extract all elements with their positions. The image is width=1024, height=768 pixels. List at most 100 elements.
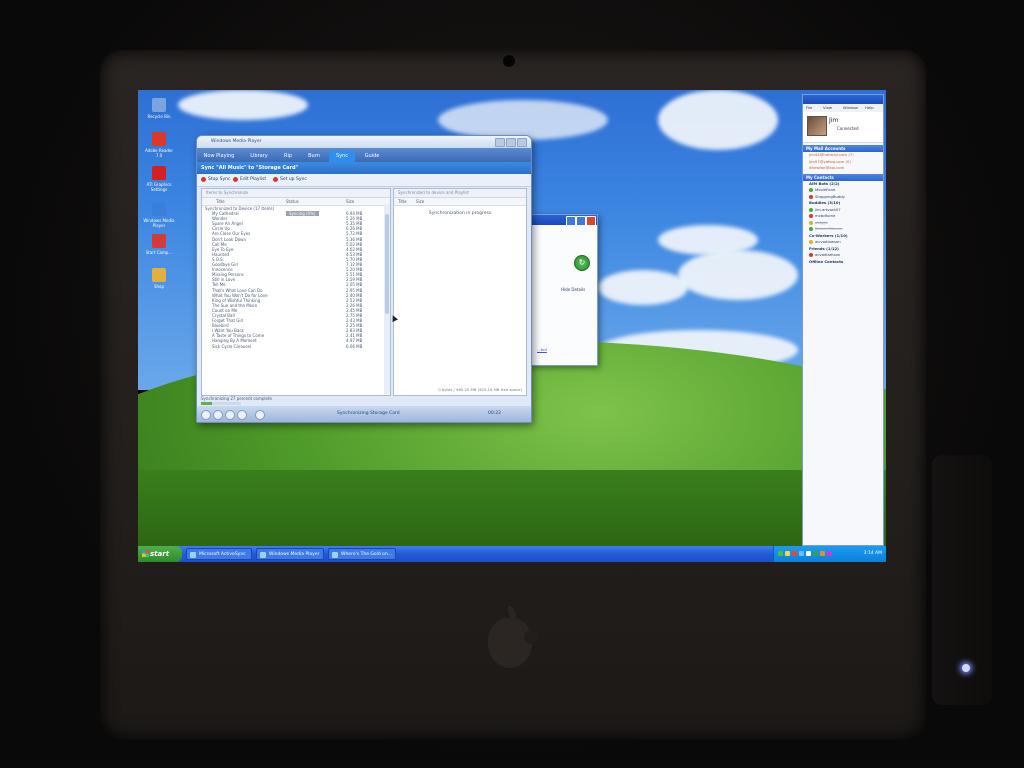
menu-window[interactable]: Window xyxy=(843,104,858,112)
wmp-title: Windows Media Player xyxy=(211,139,262,144)
mail-accounts-header[interactable]: My Mail Accounts xyxy=(803,145,883,152)
tab-burn[interactable]: Burn xyxy=(303,151,325,162)
desktop-icon-label: Shop xyxy=(153,284,165,289)
column-header-size[interactable]: Size xyxy=(346,198,354,205)
shop-icon xyxy=(152,268,166,282)
column-header-title[interactable]: Title xyxy=(216,198,225,205)
messenger-window[interactable]: File View Window Help Jim Connected My M… xyxy=(802,94,884,546)
sync-progress-bar xyxy=(201,402,241,405)
contact-label: jim.artvant07 xyxy=(815,206,841,212)
wmp-action-bar: Stop Sync Edit Playlist Set up Sync xyxy=(197,174,531,187)
next-icon[interactable] xyxy=(237,410,247,420)
cloud xyxy=(438,100,608,140)
desktop-icon-ati-settings[interactable]: ATI Graphics Settings xyxy=(142,166,176,192)
contact-label: Offline Contacts xyxy=(809,258,844,264)
wmp-titlebar[interactable]: Windows Media Player xyxy=(197,136,531,148)
start-button[interactable]: start xyxy=(138,546,182,562)
maximize-button[interactable] xyxy=(576,216,586,226)
contact-list: AIM Bots (2/2) MovieFone ShoppingBuddy Budd… xyxy=(803,181,883,266)
tray-icon[interactable] xyxy=(820,551,825,556)
maximize-button[interactable] xyxy=(506,138,516,147)
desktop-icon-start-camp[interactable]: Start Camp... xyxy=(142,234,176,255)
minimize-button[interactable] xyxy=(566,216,576,226)
column-header-row: Title Size xyxy=(394,198,526,206)
contact-label: ShoppingBuddy xyxy=(815,193,845,199)
close-button[interactable] xyxy=(517,138,527,147)
desktop-icon-recycle-bin[interactable]: Recycle Bin xyxy=(142,98,176,119)
isight-camera xyxy=(503,55,515,67)
contacts-header[interactable]: My Contacts xyxy=(803,173,883,181)
desktop-icon-label: Adobe Reader 7.0 xyxy=(144,148,174,158)
stop-sync-button[interactable]: Stop Sync xyxy=(201,174,231,186)
wmp-tab-bar: Now Playing Library Rip Burn Sync Guide xyxy=(197,148,531,162)
items-to-sync-pane: Items to Synchronize Title Status Size S… xyxy=(201,188,391,396)
column-header-status[interactable]: Status xyxy=(286,198,299,205)
play-icon[interactable] xyxy=(201,410,211,420)
sync-icon[interactable]: ↻ xyxy=(574,255,590,271)
tab-rip[interactable]: Rip xyxy=(277,151,299,162)
presence-icon xyxy=(809,214,813,218)
set-up-sync-button[interactable]: Set up Sync xyxy=(273,174,307,186)
previous-icon[interactable] xyxy=(225,410,235,420)
presence-icon xyxy=(809,220,813,225)
table-row[interactable]: Sick Cycle Carousel 6.06 MB xyxy=(202,344,390,349)
minimize-button[interactable] xyxy=(495,138,505,147)
device-pane: Synchronized to device and Playlist Titl… xyxy=(393,188,527,396)
media-player-icon xyxy=(152,202,166,216)
tab-library[interactable]: Library xyxy=(245,151,273,162)
sync-heading: Sync "All Music" to "Storage Card" xyxy=(197,162,531,174)
tray-icon[interactable] xyxy=(813,551,818,556)
desktop-icon-adobe-reader[interactable]: Adobe Reader 7.0 xyxy=(142,132,176,158)
close-button[interactable] xyxy=(586,216,596,226)
avatar[interactable] xyxy=(807,116,827,136)
messenger-menu-bar: File View Window Help xyxy=(803,104,883,112)
contact-label: aicvadlawson xyxy=(815,239,841,244)
stop-icon[interactable] xyxy=(213,410,223,420)
tray-icon[interactable] xyxy=(806,551,811,556)
tray-icon[interactable] xyxy=(785,551,790,556)
clock: 3:14 AM xyxy=(863,551,883,556)
sync-progress-message: Synchronization in progress xyxy=(428,211,492,216)
edit-playlist-button[interactable]: Edit Playlist xyxy=(233,174,266,186)
media-player-window[interactable]: Windows Media Player Now Playing Library… xyxy=(196,135,532,423)
ati-graphics-icon xyxy=(152,166,166,180)
tray-icon[interactable] xyxy=(778,551,783,556)
taskbar-item-browser[interactable]: Where's The Gold on... xyxy=(328,548,396,560)
mail-account-item[interactable]: ithewfan@aol.com xyxy=(803,165,883,172)
contact-label: MovieFone xyxy=(815,187,836,192)
menu-view[interactable]: View xyxy=(823,104,832,112)
column-header-size[interactable]: Size xyxy=(416,198,424,205)
desktop-icon-shop[interactable]: Shop xyxy=(142,268,176,289)
desktop-icon-media-player[interactable]: Windows Media Player xyxy=(142,202,176,228)
activesync-link[interactable]: ...ted xyxy=(537,347,547,352)
desktop-icon-label: Start Camp... xyxy=(145,250,173,255)
time-readout: 00:22 xyxy=(488,411,501,416)
taskbar-item-activesync[interactable]: Microsoft ActiveSync xyxy=(186,548,252,560)
messenger-titlebar[interactable] xyxy=(803,95,883,104)
tray-icon[interactable] xyxy=(827,551,832,556)
tab-sync[interactable]: Sync xyxy=(329,151,355,162)
tab-now-playing[interactable]: Now Playing xyxy=(201,151,237,162)
cloud xyxy=(658,90,778,150)
taskbar-item-media-player[interactable]: Windows Media Player xyxy=(256,548,324,560)
sync-progress-fill xyxy=(201,402,212,405)
user-status[interactable]: Connected xyxy=(837,126,859,131)
presence-icon xyxy=(809,240,813,244)
mute-icon[interactable] xyxy=(255,410,265,420)
tab-guide[interactable]: Guide xyxy=(359,151,385,162)
activesync-window[interactable]: ↻ Hide Details ...ted xyxy=(528,214,598,366)
tray-icon[interactable] xyxy=(792,551,797,556)
menu-file[interactable]: File xyxy=(806,104,812,112)
tray-icon[interactable] xyxy=(799,551,804,556)
scrollbar[interactable] xyxy=(384,204,390,394)
activesync-titlebar[interactable] xyxy=(529,215,597,226)
contact-group[interactable]: Offline Contacts xyxy=(803,259,883,266)
column-header-title[interactable]: Title xyxy=(398,198,407,205)
hide-details-button[interactable]: Hide Details xyxy=(561,287,585,292)
column-header-row: Title Status Size xyxy=(202,198,390,206)
menu-help[interactable]: Help xyxy=(865,104,874,112)
desktop-icon-label: ATI Graphics Settings xyxy=(146,182,172,192)
recycle-bin-icon xyxy=(152,98,166,112)
contact-label: Buddies (3/10) xyxy=(809,200,841,205)
desktop-icon-label: Windows Media Player xyxy=(143,218,175,228)
